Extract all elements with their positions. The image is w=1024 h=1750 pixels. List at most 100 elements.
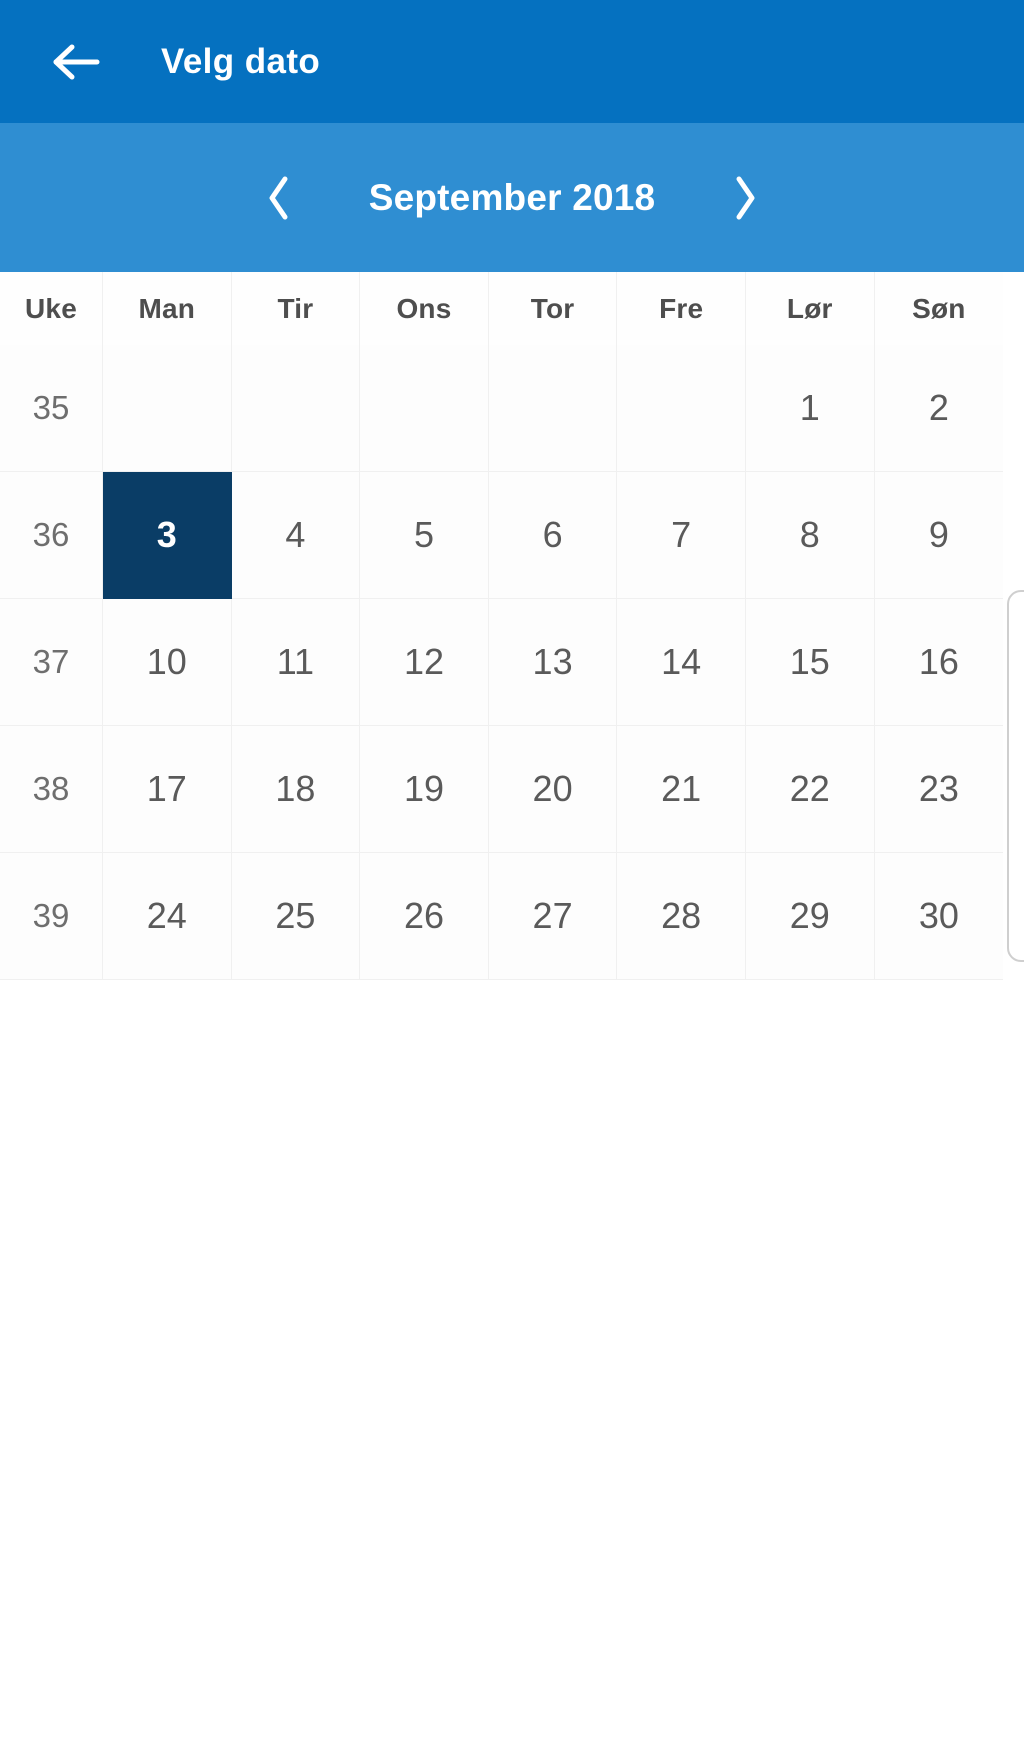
day-number-label: 24 (146, 895, 187, 936)
day-number-label: 17 (146, 768, 187, 809)
week-number-label: 36 (32, 516, 70, 553)
day-number-label: 8 (799, 514, 820, 555)
column-header-label: Uke (25, 292, 77, 324)
week-row: 37 10 11 12 13 14 15 16 (0, 599, 1024, 726)
day-number-label: 3 (156, 514, 177, 555)
week-number-label: 39 (32, 897, 70, 934)
week-number-label: 35 (32, 389, 70, 426)
back-button[interactable] (45, 31, 107, 93)
day-cell[interactable]: 24 (103, 853, 232, 980)
column-header-fre: Fre (617, 272, 746, 345)
week-row: 39 24 25 26 27 28 29 30 (0, 853, 1024, 980)
day-cell[interactable]: 14 (617, 599, 746, 726)
day-number-label: 29 (789, 895, 830, 936)
day-number-label: 11 (276, 641, 315, 682)
day-cell-selected[interactable]: 3 (103, 472, 232, 599)
day-number-label: 15 (789, 641, 830, 682)
day-cell-empty (488, 345, 618, 472)
day-cell[interactable]: 17 (103, 726, 232, 853)
day-cell[interactable]: 9 (874, 472, 1004, 599)
day-number-label: 23 (918, 768, 959, 809)
day-number-label: 12 (403, 641, 444, 682)
month-year-label: September 2018 (368, 176, 656, 218)
week-number-cell: 36 (0, 472, 103, 599)
date-picker-screen: Velg dato September 2018 Uke Man Tir Ons… (0, 0, 1024, 1750)
column-header-label: Fre (659, 292, 704, 324)
day-number-label: 2 (928, 387, 949, 428)
week-number-label: 37 (32, 643, 70, 680)
day-number-label: 25 (275, 895, 316, 936)
day-cell-empty (231, 345, 361, 472)
day-cell[interactable]: 6 (488, 472, 618, 599)
day-cell[interactable]: 19 (360, 726, 489, 853)
day-cell[interactable]: 26 (360, 853, 489, 980)
day-number-label: 1 (799, 387, 820, 428)
column-header-label: Tir (277, 292, 314, 324)
day-number-label: 16 (918, 641, 959, 682)
day-cell-empty (103, 345, 232, 472)
weekday-header-row: Uke Man Tir Ons Tor Fre Lør Søn (0, 272, 1024, 345)
week-number-cell: 39 (0, 853, 103, 980)
column-header-ons: Ons (360, 272, 489, 345)
week-row: 36 3 4 5 6 7 8 9 (0, 472, 1024, 599)
day-cell[interactable]: 8 (745, 472, 875, 599)
day-cell[interactable]: 2 (874, 345, 1004, 472)
day-cell[interactable]: 30 (874, 853, 1004, 980)
next-month-button[interactable] (712, 165, 778, 231)
day-cell-empty (617, 345, 746, 472)
day-number-label: 14 (661, 641, 702, 682)
day-cell[interactable]: 22 (745, 726, 875, 853)
chevron-right-icon (730, 174, 760, 222)
day-cell[interactable]: 1 (745, 345, 875, 472)
day-cell[interactable]: 18 (231, 726, 361, 853)
day-number-label: 4 (285, 514, 306, 555)
column-header-uke: Uke (0, 272, 103, 345)
month-navigation-bar: September 2018 (0, 123, 1024, 272)
day-cell[interactable]: 27 (488, 853, 618, 980)
day-cell[interactable]: 20 (488, 726, 618, 853)
day-number-label: 7 (671, 514, 692, 555)
column-header-lor: Lør (745, 272, 875, 345)
column-header-man: Man (103, 272, 232, 345)
app-bar: Velg dato (0, 0, 1024, 123)
calendar-grid: Uke Man Tir Ons Tor Fre Lør Søn 35 1 2 3… (0, 272, 1024, 980)
column-header-label: Tor (530, 292, 575, 324)
day-cell[interactable]: 23 (874, 726, 1004, 853)
column-header-label: Lør (786, 292, 833, 324)
column-header-label: Ons (396, 292, 452, 324)
day-cell[interactable]: 13 (488, 599, 618, 726)
day-number-label: 6 (542, 514, 563, 555)
arrow-left-icon (50, 42, 102, 82)
week-number-cell: 35 (0, 345, 103, 472)
day-cell[interactable]: 7 (617, 472, 746, 599)
day-cell[interactable]: 15 (745, 599, 875, 726)
day-number-label: 19 (403, 768, 444, 809)
day-cell[interactable]: 10 (103, 599, 232, 726)
day-number-label: 21 (661, 768, 702, 809)
chevron-left-icon (264, 174, 294, 222)
day-number-label: 26 (403, 895, 444, 936)
day-cell[interactable]: 25 (231, 853, 361, 980)
day-cell[interactable]: 21 (617, 726, 746, 853)
page-title: Velg dato (161, 41, 321, 81)
day-cell[interactable]: 12 (360, 599, 489, 726)
column-header-label: Søn (912, 292, 966, 324)
day-number-label: 5 (413, 514, 434, 555)
day-cell-empty (360, 345, 489, 472)
previous-month-button[interactable] (246, 165, 312, 231)
day-cell[interactable]: 16 (874, 599, 1004, 726)
day-number-label: 22 (789, 768, 830, 809)
week-row: 35 1 2 (0, 345, 1024, 472)
week-number-label: 38 (32, 770, 70, 807)
column-header-tir: Tir (231, 272, 361, 345)
day-cell[interactable]: 4 (231, 472, 361, 599)
day-number-label: 27 (532, 895, 573, 936)
week-number-cell: 38 (0, 726, 103, 853)
day-cell[interactable]: 5 (360, 472, 489, 599)
day-cell[interactable]: 29 (745, 853, 875, 980)
day-cell[interactable]: 11 (231, 599, 361, 726)
day-number-label: 20 (532, 768, 573, 809)
day-cell[interactable]: 28 (617, 853, 746, 980)
column-header-son: Søn (874, 272, 1004, 345)
day-number-label: 30 (918, 895, 959, 936)
